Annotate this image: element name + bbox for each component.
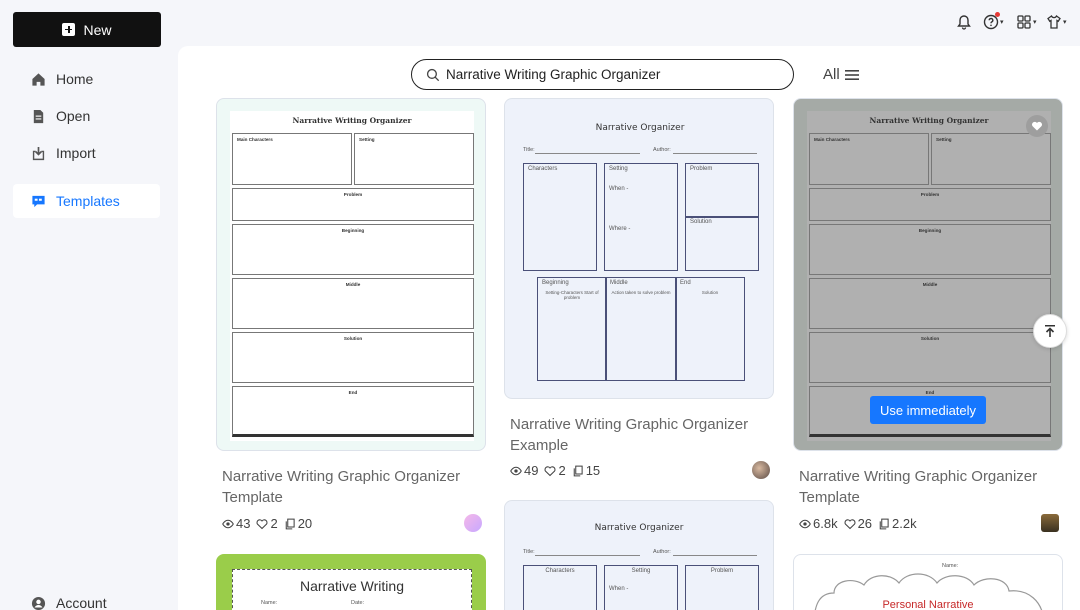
filter-label: All — [823, 66, 840, 83]
use-immediately-button[interactable]: Use immediately — [870, 396, 986, 424]
heart-icon — [256, 518, 268, 529]
sidebar-item-label: Templates — [56, 193, 120, 209]
sidebar-item-open[interactable]: Open — [13, 99, 160, 133]
home-icon — [32, 72, 45, 86]
chevron-down-icon: ▾ — [1033, 19, 1037, 26]
sidebar-item-home[interactable]: Home — [13, 62, 160, 96]
organizer-preview: Narrative Writing Organizer Main Charact… — [807, 111, 1051, 441]
template-card[interactable]: Narrative Writing Organizer Main Charact… — [216, 98, 486, 548]
sidebar-item-label: Account — [56, 595, 107, 610]
copy-icon — [573, 465, 583, 476]
organizer-preview: Narrative Writing Organizer Main Charact… — [230, 111, 474, 441]
preview-title: Narrative Writing Organizer — [292, 116, 412, 125]
help-button[interactable]: ▾ — [983, 12, 1004, 31]
plus-icon — [62, 23, 76, 36]
chevron-down-icon: ▾ — [1063, 19, 1067, 26]
eye-icon — [799, 519, 811, 528]
search-icon — [426, 68, 440, 81]
template-thumbnail[interactable]: Narrative Organizer Title: Author: Chara… — [504, 500, 774, 610]
menu-icon — [844, 69, 859, 80]
template-stats: 49 2 15 — [510, 463, 604, 478]
template-card[interactable]: Narrative Writing Organizer Main Charact… — [793, 98, 1063, 548]
template-thumbnail[interactable]: Name: Personal Narrative — [793, 554, 1063, 610]
sidebar-item-label: Import — [56, 145, 96, 161]
sidebar-item-templates[interactable]: Templates — [13, 184, 160, 218]
eye-icon — [222, 519, 234, 528]
search-input[interactable] — [446, 67, 766, 82]
copy-icon — [879, 518, 889, 529]
import-icon — [32, 146, 45, 160]
account-icon — [31, 596, 46, 610]
template-thumbnail[interactable]: Narrative Writing Organizer Main Charact… — [793, 98, 1063, 451]
filter-all-button[interactable]: All — [823, 66, 860, 83]
sidebar-item-label: Home — [56, 71, 94, 87]
favorite-button[interactable] — [1026, 115, 1048, 137]
template-thumbnail[interactable]: Narrative Writing Organizer Main Charact… — [216, 98, 486, 451]
template-title[interactable]: Narrative Writing Graphic Organizer Temp… — [799, 466, 1061, 508]
heart-icon — [1032, 121, 1042, 131]
sidebar: New Home Open Import Templates Account — [0, 0, 178, 610]
theme-button[interactable]: ▾ — [1046, 13, 1067, 31]
arrow-up-icon — [1045, 325, 1055, 337]
copy-count: 2.2k — [892, 516, 917, 531]
scroll-to-top-button[interactable] — [1033, 314, 1067, 348]
top-bar: ▾ ▾ ▾ — [178, 0, 1080, 46]
template-stats: 6.8k 26 2.2k — [799, 516, 921, 531]
apps-button[interactable]: ▾ — [1016, 13, 1037, 31]
new-button-label: New — [83, 21, 112, 38]
template-card[interactable]: Narrative Organizer Title: Author: Chara… — [504, 500, 774, 610]
chevron-down-icon: ▾ — [1000, 19, 1004, 26]
templates-icon — [32, 195, 45, 207]
bell-icon — [957, 15, 971, 30]
sidebar-item-account[interactable]: Account — [13, 586, 160, 610]
template-stats: 43 2 20 — [222, 516, 316, 531]
heart-icon — [544, 465, 556, 476]
shirt-icon — [1047, 14, 1061, 29]
like-count: 26 — [857, 516, 873, 531]
file-icon — [33, 109, 44, 123]
notification-dot — [994, 12, 1000, 17]
template-card[interactable]: Narrative Organizer Title: Author: Chara… — [504, 98, 774, 483]
organizer-preview: Narrative Organizer Title: Author: Chara… — [505, 99, 773, 398]
view-count: 49 — [524, 463, 539, 478]
template-card[interactable]: Narrative Writing Name: Date: — [216, 554, 486, 610]
template-thumbnail[interactable]: Narrative Organizer Title: Author: Chara… — [504, 98, 774, 399]
view-count: 6.8k — [813, 516, 838, 531]
author-avatar[interactable] — [1041, 514, 1059, 532]
eye-icon — [510, 466, 522, 475]
copy-count: 15 — [585, 463, 601, 478]
template-thumbnail[interactable]: Narrative Writing Name: Date: — [216, 554, 486, 610]
notification-button[interactable] — [956, 13, 972, 31]
template-card[interactable]: Name: Personal Narrative — [793, 554, 1063, 610]
main-content: All Narrative Writing Organizer Main Cha… — [178, 46, 1080, 610]
author-avatar[interactable] — [464, 514, 482, 532]
view-count: 43 — [236, 516, 251, 531]
organizer-preview: Narrative Writing Name: Date: — [232, 569, 472, 610]
sidebar-item-label: Open — [56, 108, 91, 124]
copy-count: 20 — [297, 516, 313, 531]
search-box[interactable] — [411, 59, 794, 90]
heart-icon — [844, 518, 856, 529]
template-title[interactable]: Narrative Writing Graphic Organizer Exam… — [510, 414, 772, 456]
like-count: 2 — [270, 516, 278, 531]
sidebar-item-import[interactable]: Import — [13, 136, 160, 170]
template-title[interactable]: Narrative Writing Graphic Organizer Temp… — [222, 466, 484, 508]
apps-icon — [1017, 15, 1031, 29]
author-avatar[interactable] — [752, 461, 770, 479]
new-button[interactable]: New — [13, 12, 161, 47]
like-count: 2 — [558, 463, 566, 478]
copy-icon — [285, 518, 295, 529]
